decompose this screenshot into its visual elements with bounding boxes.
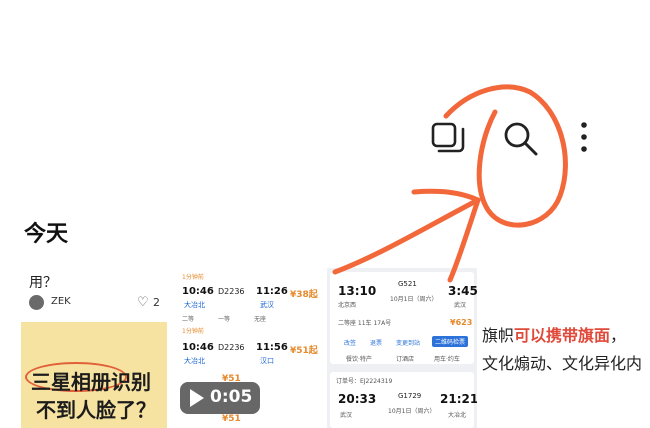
thumb-tag-2: 1分钟前: [182, 328, 204, 335]
thumb-article-line1: 旗帜可以携带旗面，: [482, 326, 627, 345]
thumb-question-text: 用？: [29, 275, 57, 291]
section-title-today: 今天: [24, 222, 69, 247]
thumb-headline-line2: 不到人脸了？: [36, 398, 156, 422]
heart-icon: ♡: [137, 295, 149, 310]
play-icon: [190, 389, 204, 407]
thumb-tag: 1分钟前: [182, 274, 204, 281]
thumb-username: ZEK: [51, 296, 71, 307]
video-duration: 0:05: [210, 387, 253, 407]
thumb-headline-line1: 三星相册识别: [31, 370, 151, 394]
ticket-card: G521 13:10 3:45 北京西 10月1日（周六） 武汉 二等座 11车…: [330, 272, 477, 364]
gallery-thumbnail-1[interactable]: 用？ ZEK ♡ 2 三星相册识别 不到人脸了？: [17, 268, 167, 428]
thumb-article-line2: 文化煽动、文化异化内: [482, 354, 643, 373]
ticket-card: 订单号：EJ2224319 G1729 20:33 21:21 武汉 10月1日…: [330, 372, 477, 428]
search-icon[interactable]: [502, 120, 540, 158]
gallery-thumbnail-2[interactable]: 1分钟前 10:46 D2236 11:26 ¥38起 大冶北 武汉 二等 一等…: [172, 268, 322, 428]
more-options-icon[interactable]: [576, 121, 592, 155]
gallery-thumbnail-3[interactable]: G521 13:10 3:45 北京西 10月1日（周六） 武汉 二等座 11车…: [327, 268, 477, 428]
avatar: [29, 295, 44, 310]
gallery-thumbnail-4[interactable]: 旗帜可以携带旗面， 文化煽动、文化异化内: [482, 268, 650, 428]
extra-price: ¥51: [222, 414, 241, 424]
video-duration-badge[interactable]: 0:05: [180, 382, 260, 414]
select-icon[interactable]: [430, 120, 466, 156]
like-count: 2: [153, 296, 160, 309]
